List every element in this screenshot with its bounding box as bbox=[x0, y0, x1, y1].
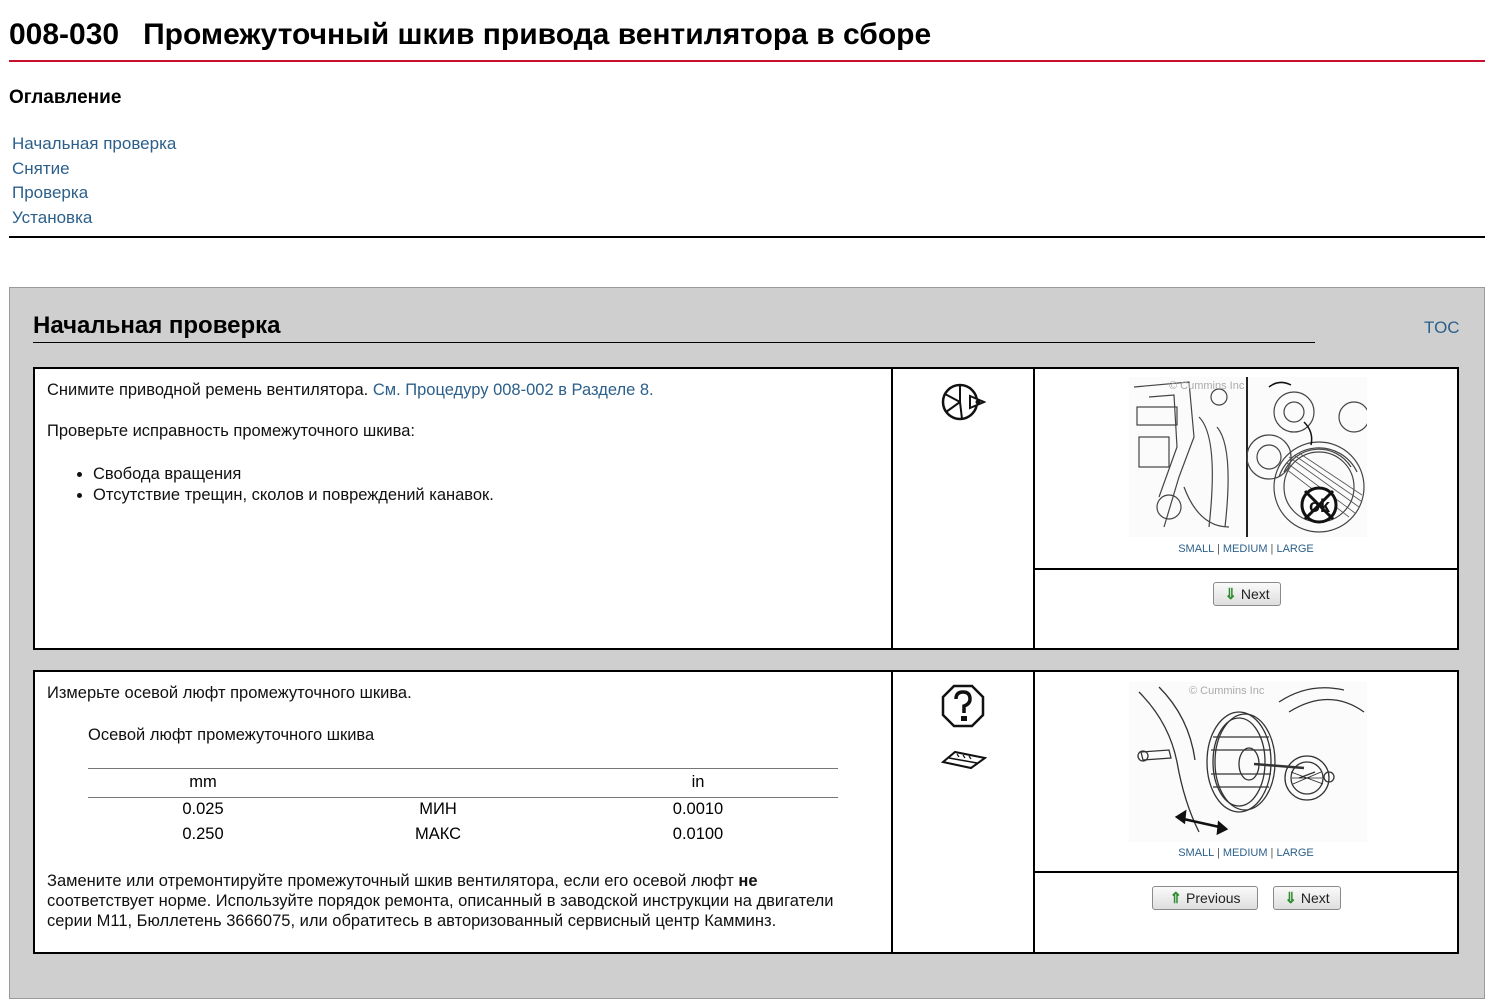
section-initial-check: Начальная проверка TOC Снимите приводной… bbox=[9, 287, 1485, 999]
step-1-text-column: Снимите приводной ремень вентилятора. См… bbox=[35, 369, 893, 648]
image-size-medium-link[interactable]: MEDIUM bbox=[1223, 543, 1268, 555]
title-divider bbox=[9, 60, 1485, 62]
checklist-item: Отсутствие трещин, сколов и повреждений … bbox=[93, 485, 494, 506]
back-to-toc-link[interactable]: TOC bbox=[1424, 318, 1460, 338]
watermark: © Cummins Inc bbox=[1189, 685, 1265, 697]
next-label: Next bbox=[1300, 890, 1330, 906]
image-nav-divider bbox=[1035, 568, 1457, 570]
table-top-rule bbox=[88, 768, 838, 769]
toc-item: Начальная проверка bbox=[12, 132, 176, 157]
image-nav-divider bbox=[1035, 871, 1457, 873]
measure-icon bbox=[941, 750, 987, 770]
image-size-large-link[interactable]: LARGE bbox=[1276, 543, 1313, 555]
section-title: Начальная проверка bbox=[33, 312, 281, 339]
step-2-text-column: Измерьте осевой люфт промежуточного шкив… bbox=[35, 672, 893, 952]
question-icon bbox=[941, 684, 985, 728]
checklist-item: Свобода вращения bbox=[93, 464, 494, 485]
step-2-note-line-2: соответствует норме. Используйте порядок… bbox=[47, 892, 834, 910]
separator: | bbox=[1270, 847, 1274, 859]
value-in: 0.0100 bbox=[672, 825, 724, 843]
next-label: Next bbox=[1240, 586, 1270, 602]
table-row: 0.025 МИН 0.0010 bbox=[88, 800, 838, 822]
procedure-title: Промежуточный шкив привода вентилятора в… bbox=[143, 18, 932, 51]
step-2: Измерьте осевой люфт промежуточного шкив… bbox=[33, 670, 1459, 954]
procedure-reference-link[interactable]: См. Процедуру 008-002 в Разделе 8. bbox=[373, 381, 654, 399]
separator: | bbox=[1216, 543, 1220, 555]
arrow-down-icon: ⇓ bbox=[1224, 586, 1237, 603]
inspect-icon bbox=[941, 383, 986, 421]
step-2-icon-column bbox=[893, 672, 1035, 952]
column-header-in: in bbox=[691, 773, 705, 791]
toc-divider bbox=[9, 236, 1485, 238]
toc-link-initial-check[interactable]: Начальная проверка bbox=[12, 134, 176, 153]
previous-label: Previous bbox=[1186, 890, 1241, 906]
step-2-note-line-1: Замените или отремонтируйте промежуточны… bbox=[47, 872, 758, 891]
value-mm: 0.250 bbox=[182, 825, 224, 843]
limit-label: МИН bbox=[419, 800, 457, 818]
dial-indicator-illustration[interactable]: © Cummins Inc bbox=[1129, 682, 1367, 842]
section-title-underline bbox=[33, 342, 1315, 343]
image-size-links: SMALL | MEDIUM | LARGE bbox=[1035, 847, 1457, 859]
step-1-instruction-text: Снимите приводной ремень вентилятора. bbox=[47, 381, 369, 399]
table-row: 0.250 МАКС 0.0100 bbox=[88, 825, 838, 847]
value-mm: 0.025 bbox=[182, 800, 224, 818]
step-1: Снимите приводной ремень вентилятора. См… bbox=[33, 367, 1459, 650]
watermark: © Cummins Inc bbox=[1169, 380, 1245, 392]
toc-link-removal[interactable]: Снятие bbox=[12, 159, 70, 178]
image-size-links: SMALL | MEDIUM | LARGE bbox=[1035, 543, 1457, 555]
toc-item: Установка bbox=[12, 206, 176, 231]
column-header-mm: mm bbox=[189, 773, 217, 791]
arrow-up-icon: ⇑ bbox=[1169, 890, 1183, 907]
step-2-image-column: © Cummins Inc SMALL | MEDIUM | LARGE ⇑ P… bbox=[1035, 672, 1457, 952]
note-emphasis: не bbox=[738, 872, 758, 890]
image-size-small-link[interactable]: SMALL bbox=[1178, 543, 1214, 555]
note-text: Замените или отремонтируйте промежуточны… bbox=[47, 872, 734, 890]
spec-table-header: mm in bbox=[88, 773, 838, 795]
separator: | bbox=[1270, 543, 1274, 555]
arrow-down-icon: ⇓ bbox=[1284, 890, 1297, 907]
toc-heading: Оглавление bbox=[9, 87, 122, 108]
toc-item: Снятие bbox=[12, 157, 176, 182]
step-2-note-line-3: серии М11, Бюллетень 3666075, или обрати… bbox=[47, 912, 777, 930]
separator: | bbox=[1216, 847, 1220, 859]
step-1-image-column: ok © Cummins Inc SMALL | MEDIUM | LARGE … bbox=[1035, 369, 1457, 648]
pulley-belt-illustration[interactable]: ok © Cummins Inc bbox=[1129, 377, 1367, 537]
step-1-icon-column bbox=[893, 369, 1035, 648]
toc-item: Проверка bbox=[12, 181, 176, 206]
toc-link-installation[interactable]: Установка bbox=[12, 208, 92, 227]
value-in: 0.0010 bbox=[672, 800, 724, 818]
image-size-large-link[interactable]: LARGE bbox=[1276, 847, 1313, 859]
procedure-code: 008-030 bbox=[9, 18, 120, 51]
limit-label: МАКС bbox=[414, 825, 462, 843]
next-button[interactable]: ⇓ Next bbox=[1213, 582, 1281, 606]
step-1-checklist: Свобода вращения Отсутствие трещин, скол… bbox=[75, 464, 494, 505]
step-2-instruction: Измерьте осевой люфт промежуточного шкив… bbox=[47, 684, 412, 702]
previous-button[interactable]: ⇑ Previous bbox=[1152, 886, 1258, 910]
image-size-small-link[interactable]: SMALL bbox=[1178, 847, 1214, 859]
toc-list: Начальная проверка Снятие Проверка Устан… bbox=[12, 132, 176, 230]
step-1-check-intro: Проверьте исправность промежуточного шки… bbox=[47, 422, 415, 440]
image-size-medium-link[interactable]: MEDIUM bbox=[1223, 847, 1268, 859]
page-title: 008-030 Промежуточный шкив привода вентил… bbox=[9, 18, 931, 52]
next-button[interactable]: ⇓ Next bbox=[1273, 886, 1341, 910]
toc-link-inspection[interactable]: Проверка bbox=[12, 183, 88, 202]
table-header-rule bbox=[88, 797, 838, 798]
step-1-instruction: Снимите приводной ремень вентилятора. См… bbox=[47, 381, 654, 400]
spec-name: Осевой люфт промежуточного шкива bbox=[88, 726, 375, 744]
